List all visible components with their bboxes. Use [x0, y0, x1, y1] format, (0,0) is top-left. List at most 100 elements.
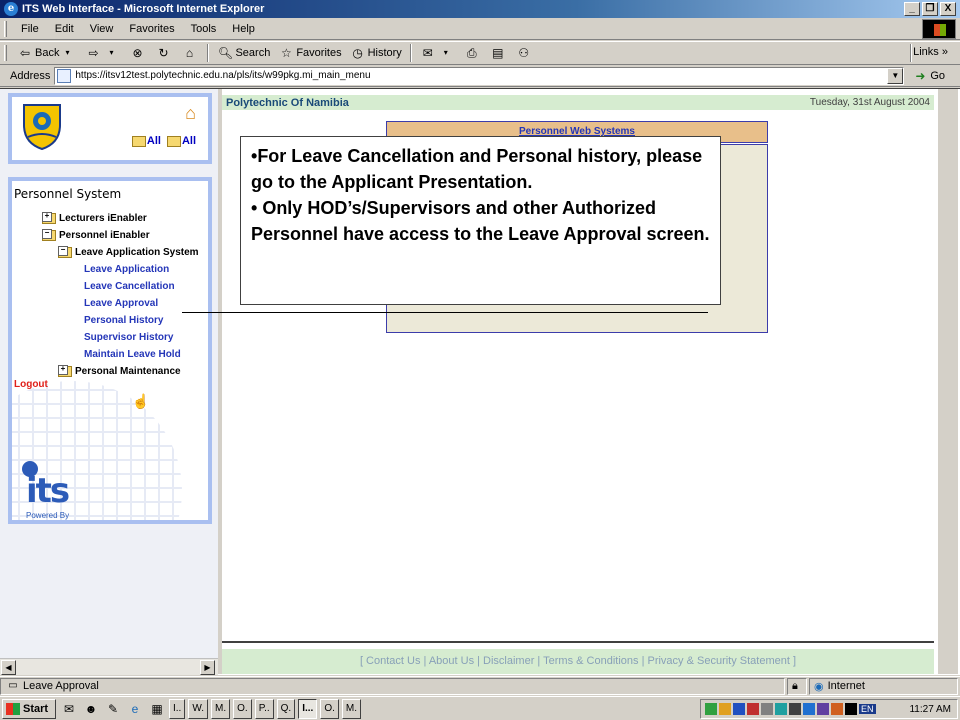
- folder-expanded-icon: [58, 246, 72, 258]
- scroll-right-icon[interactable]: ▶: [200, 660, 215, 675]
- tray-app-icon[interactable]: [817, 703, 829, 715]
- tray-app-icon[interactable]: [733, 703, 745, 715]
- outlook-icon[interactable]: ✉: [60, 700, 78, 718]
- nav-link-maintain-leave-hold[interactable]: Maintain Leave Hold: [84, 349, 181, 360]
- chevron-down-icon[interactable]: ▾: [438, 45, 454, 61]
- start-button[interactable]: Start: [2, 698, 56, 719]
- nav-link-leave-approval[interactable]: Leave Approval: [84, 298, 158, 309]
- tray-app-icon[interactable]: [747, 703, 759, 715]
- close-button[interactable]: X: [940, 2, 956, 16]
- menu-favorites[interactable]: Favorites: [121, 23, 182, 35]
- history-label: History: [367, 47, 402, 59]
- footer-links[interactable]: [ Contact Us | About Us | Disclaimer | T…: [222, 649, 934, 674]
- vertical-scrollbar[interactable]: [938, 89, 958, 674]
- tray-app-icon[interactable]: [803, 703, 815, 715]
- nav-folder-personal-maintenance[interactable]: Personal Maintenance: [58, 365, 181, 377]
- task-button-2[interactable]: W.: [188, 698, 209, 719]
- nav-label: Personal Maintenance: [75, 366, 181, 377]
- nav-label: Personnel iEnabler: [59, 230, 150, 241]
- menu-edit[interactable]: Edit: [47, 23, 82, 35]
- tray-app-icon[interactable]: [705, 703, 717, 715]
- messenger-button[interactable]: ⚇: [512, 43, 538, 63]
- toolbar-grip[interactable]: [4, 45, 7, 61]
- refresh-button[interactable]: ↻: [151, 43, 177, 63]
- tray-app-icon[interactable]: [831, 703, 843, 715]
- task-button-active[interactable]: I...: [298, 698, 318, 719]
- go-button[interactable]: ➜ Go: [912, 68, 945, 84]
- task-button-9[interactable]: M.: [341, 698, 361, 719]
- tray-app-icon[interactable]: [775, 703, 787, 715]
- address-input[interactable]: https://itsv12test.polytechnic.edu.na/pl…: [54, 66, 905, 85]
- task-button-5[interactable]: P..: [254, 698, 274, 719]
- tray-app-icon[interactable]: [719, 703, 731, 715]
- task-button-4[interactable]: O.: [233, 698, 252, 719]
- stop-button[interactable]: ⊗: [125, 43, 151, 63]
- system-tray: EN 11:27 AM: [700, 699, 958, 719]
- nav-folder-leave-system[interactable]: Leave Application System: [58, 246, 199, 258]
- address-dropdown-button[interactable]: ▼: [887, 67, 904, 84]
- home-button[interactable]: ⌂: [177, 43, 203, 63]
- task-button-6[interactable]: Q.: [276, 698, 296, 719]
- clock[interactable]: 11:27 AM: [909, 704, 951, 715]
- task-button-1[interactable]: I..: [169, 698, 186, 719]
- restore-button[interactable]: ❐: [922, 2, 938, 16]
- tray-app-icon[interactable]: [789, 703, 801, 715]
- home-icon[interactable]: ⌂: [185, 103, 196, 124]
- menu-file[interactable]: File: [13, 23, 47, 35]
- windows-flag-icon: [6, 702, 20, 715]
- logout-link[interactable]: Logout: [14, 379, 48, 390]
- links-button[interactable]: Links »: [913, 46, 948, 58]
- menu-help[interactable]: Help: [224, 23, 263, 35]
- toolbar-grip[interactable]: [4, 20, 7, 37]
- language-indicator[interactable]: EN: [859, 704, 876, 714]
- tool-icon[interactable]: ✎: [104, 700, 122, 718]
- refresh-icon: ↻: [158, 46, 169, 60]
- task-button-3[interactable]: M.: [211, 698, 231, 719]
- volume-icon[interactable]: [845, 703, 857, 715]
- internet-zone-icon: ◉: [814, 680, 824, 693]
- nav-link-supervisor-history[interactable]: Supervisor History: [84, 332, 173, 343]
- logo-panel: ⌂ All All: [8, 93, 212, 164]
- collapse-folder-icon: [166, 135, 181, 147]
- print-icon: ⎙: [467, 46, 477, 60]
- menu-tools[interactable]: Tools: [183, 23, 225, 35]
- horizontal-scrollbar[interactable]: ◀ ▶: [0, 658, 218, 675]
- scroll-left-icon[interactable]: ◀: [1, 660, 16, 675]
- nav-link-leave-application[interactable]: Leave Application: [84, 264, 169, 275]
- forward-arrow-icon: ⇨: [88, 46, 99, 60]
- nav-link-personal-history[interactable]: Personal History: [84, 315, 163, 326]
- expand-all-button[interactable]: All: [131, 135, 161, 147]
- nav-link-leave-cancellation[interactable]: Leave Cancellation: [84, 281, 175, 292]
- tray-app-icon[interactable]: [761, 703, 773, 715]
- forward-button[interactable]: ⇨ ▾: [81, 43, 125, 63]
- menu-view[interactable]: View: [82, 23, 122, 35]
- zone-label: Internet: [827, 680, 865, 692]
- task-button-8[interactable]: O.: [320, 698, 339, 719]
- collapse-all-button[interactable]: All: [166, 135, 196, 147]
- links-label: Links: [913, 46, 939, 58]
- callout-text-2: Only HOD’s/Supervisors and other Authori…: [251, 198, 710, 244]
- minimize-button[interactable]: _: [904, 2, 920, 16]
- back-button[interactable]: ⇦ Back ▾: [13, 43, 81, 63]
- task-label: W.: [192, 703, 205, 714]
- favorites-button[interactable]: ☆ Favorites: [274, 43, 345, 63]
- expand-collapse-controls: All All: [131, 135, 196, 147]
- chevron-down-icon[interactable]: ▾: [59, 45, 75, 61]
- search-button[interactable]: 🔍︎ Search: [213, 43, 274, 63]
- nav-folder-personnel[interactable]: Personnel iEnabler: [42, 229, 150, 241]
- history-button[interactable]: ◷ History: [346, 43, 406, 63]
- task-label: M.: [345, 703, 357, 714]
- edit-button[interactable]: ▤: [486, 43, 512, 63]
- status-lock-cell: 🔒︎: [787, 677, 807, 695]
- desktop-icon[interactable]: ▦: [148, 700, 166, 718]
- callout-text-1: For Leave Cancellation and Personal hist…: [251, 146, 703, 192]
- nav-folder-lecturers[interactable]: Lecturers iEnabler: [42, 212, 147, 224]
- print-button[interactable]: ⎙: [460, 43, 486, 63]
- task-label: Q.: [280, 703, 292, 714]
- mail-button[interactable]: ✉ ▾: [416, 43, 460, 63]
- chevron-down-icon[interactable]: ▾: [103, 45, 119, 61]
- menu-bar: File Edit View Favorites Tools Help: [0, 18, 960, 40]
- ie-quicklaunch-icon[interactable]: e: [126, 700, 144, 718]
- current-date: Tuesday, 31st August 2004: [809, 97, 930, 108]
- messenger-icon[interactable]: ☻: [82, 700, 100, 718]
